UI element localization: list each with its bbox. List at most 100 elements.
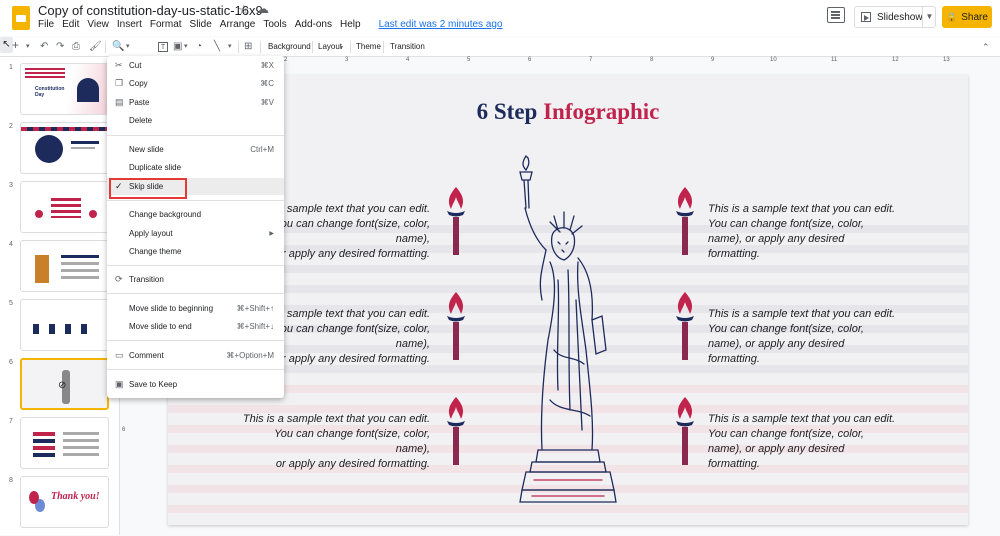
menu-item-apply-layout[interactable]: Apply layout ▶ [107, 225, 284, 242]
layout-button[interactable]: Layout [318, 40, 342, 54]
torch-icon[interactable] [672, 395, 698, 475]
new-slide-icon[interactable]: + [12, 38, 19, 52]
slide-canvas[interactable]: 6 Step Infographic This is a sample text… [168, 75, 968, 525]
menu-item-cut[interactable]: ✂ Cut ⌘X [107, 57, 284, 74]
text-box-icon[interactable]: T [158, 42, 168, 52]
menu-item-paste[interactable]: ▤ Paste ⌘V [107, 94, 284, 111]
background-button[interactable]: Background [268, 40, 311, 54]
menu-item-change-theme[interactable]: Change theme [107, 243, 284, 260]
menu-tools[interactable]: Tools [263, 19, 286, 33]
menu-view[interactable]: View [87, 19, 109, 33]
clipboard-icon: ▤ [115, 97, 124, 107]
document-title[interactable]: Copy of constitution-day-us-static-16x9 [38, 3, 263, 18]
text-box-right-3[interactable]: This is a sample text that you can edit.… [708, 412, 898, 472]
menu-addons[interactable]: Add-ons [295, 19, 332, 33]
menu-item-transition[interactable]: ⟳ Transition [107, 271, 284, 288]
text-box-right-1[interactable]: This is a sample text that you can edit.… [708, 202, 898, 262]
ruler-mark: 5 [467, 57, 471, 63]
slideshow-dropdown-icon[interactable]: ▼ [922, 6, 936, 28]
torch-icon[interactable] [672, 290, 698, 370]
undo-icon[interactable]: ↶ [40, 40, 48, 54]
transition-icon: ⟳ [115, 274, 123, 284]
new-slide-dropdown-icon[interactable]: ▾ [26, 40, 30, 54]
redo-icon[interactable]: ↷ [56, 40, 64, 54]
slide-thumbnail-1[interactable]: Constitution Day [20, 63, 109, 115]
slide-thumbnail-6[interactable]: ⊘ [20, 358, 109, 410]
print-icon[interactable]: ⎙ [72, 40, 80, 54]
line-dropdown-icon[interactable]: ▾ [228, 40, 232, 54]
collapse-toolbar-icon[interactable]: ⌃ [982, 40, 990, 54]
menu-item-comment[interactable]: ▭ Comment ⌘+Option+M [107, 347, 284, 364]
layout-dropdown-icon[interactable]: ▾ [340, 41, 343, 55]
line-icon[interactable]: ╲ [214, 40, 220, 54]
thumb-title: Thank you! [51, 491, 100, 502]
slide-thumbnail-2[interactable] [20, 122, 109, 174]
toolbar-divider [260, 41, 261, 53]
menu-item-label: Cut [129, 61, 142, 70]
thumb-dot [35, 210, 43, 218]
ruler-mark: 9 [711, 57, 715, 63]
slideshow-label: Slideshow [877, 11, 923, 23]
text-line: You can change font(size, color, [708, 428, 864, 440]
torch-icon[interactable] [443, 185, 469, 265]
theme-button[interactable]: Theme [356, 40, 381, 54]
image-icon[interactable]: ▣ [173, 40, 182, 54]
shape-icon[interactable]: ◔ [196, 40, 202, 54]
slide-thumbnail-8[interactable]: Thank you! [20, 476, 109, 528]
menu-help[interactable]: Help [340, 19, 361, 33]
menu-item-change-background[interactable]: Change background [107, 206, 284, 223]
menu-item-duplicate-slide[interactable]: Duplicate slide [107, 159, 284, 176]
menu-item-new-slide[interactable]: New slide Ctrl+M [107, 141, 284, 158]
share-button[interactable]: 🔒 Share [942, 6, 992, 28]
image-dropdown-icon[interactable]: ▾ [184, 40, 188, 54]
menu-item-label: New slide [129, 145, 164, 154]
statue-of-liberty-illustration[interactable] [498, 150, 638, 510]
torch-icon[interactable] [672, 185, 698, 265]
paint-format-icon[interactable]: 🖌 [89, 40, 102, 54]
menu-item-shortcut: ⌘V [260, 98, 274, 107]
title-part-1: 6 Step [476, 99, 538, 124]
torch-icon[interactable] [443, 395, 469, 475]
menu-item-move-to-end[interactable]: Move slide to end ⌘+Shift+↓ [107, 318, 284, 335]
torch-icon[interactable] [443, 290, 469, 370]
cloud-status-icon[interactable]: ☁ [256, 1, 269, 17]
zoom-icon[interactable]: 🔍 [112, 40, 124, 54]
slide-thumbnail-3[interactable] [20, 181, 109, 233]
menu-file[interactable]: File [38, 19, 54, 33]
text-line: You can change font(size, color, [708, 218, 864, 230]
menu-item-label: Copy [129, 79, 148, 88]
thumb-text-line [61, 255, 99, 258]
ruler-mark: 11 [831, 57, 838, 63]
transition-button[interactable]: Transition [390, 40, 425, 54]
keep-icon: ▣ [115, 379, 124, 389]
last-edit-link[interactable]: Last edit was 2 minutes ago [379, 19, 503, 33]
menu-item-copy[interactable]: ❐ Copy ⌘C [107, 75, 284, 92]
toolbar-divider [105, 41, 106, 53]
text-box-left-3[interactable]: This is a sample text that you can edit.… [240, 412, 430, 472]
menu-item-shortcut: ⌘C [260, 79, 274, 88]
toolbar-divider [312, 41, 313, 53]
app-header: Copy of constitution-day-us-static-16x9 … [0, 0, 1000, 36]
menu-item-delete[interactable]: Delete [107, 112, 284, 129]
menu-item-save-to-keep[interactable]: ▣ Save to Keep [107, 376, 284, 393]
menu-format[interactable]: Format [150, 19, 182, 33]
slide-title[interactable]: 6 Step Infographic [168, 99, 968, 125]
slide-thumbnail-5[interactable] [20, 299, 109, 351]
toolbar-divider [383, 41, 384, 53]
zoom-dropdown-icon[interactable]: ▾ [126, 40, 130, 54]
add-comment-icon[interactable]: ⊞ [244, 40, 252, 54]
text-box-right-2[interactable]: This is a sample text that you can edit.… [708, 307, 898, 367]
comments-icon[interactable] [827, 7, 845, 23]
slides-logo-icon[interactable] [12, 6, 30, 30]
slide-thumbnail-7[interactable] [20, 417, 109, 469]
menu-slide[interactable]: Slide [190, 19, 212, 33]
ruler-mark: 10 [770, 57, 777, 63]
slide-thumbnail-4[interactable] [20, 240, 109, 292]
text-line: or apply any desired formatting. [275, 458, 430, 470]
star-icon[interactable]: ☆ [238, 2, 250, 18]
menu-insert[interactable]: Insert [117, 19, 142, 33]
menu-item-move-to-beginning[interactable]: Move slide to beginning ⌘+Shift+↑ [107, 300, 284, 317]
capitol-icon [77, 78, 99, 102]
menu-arrange[interactable]: Arrange [220, 19, 256, 33]
menu-edit[interactable]: Edit [62, 19, 79, 33]
